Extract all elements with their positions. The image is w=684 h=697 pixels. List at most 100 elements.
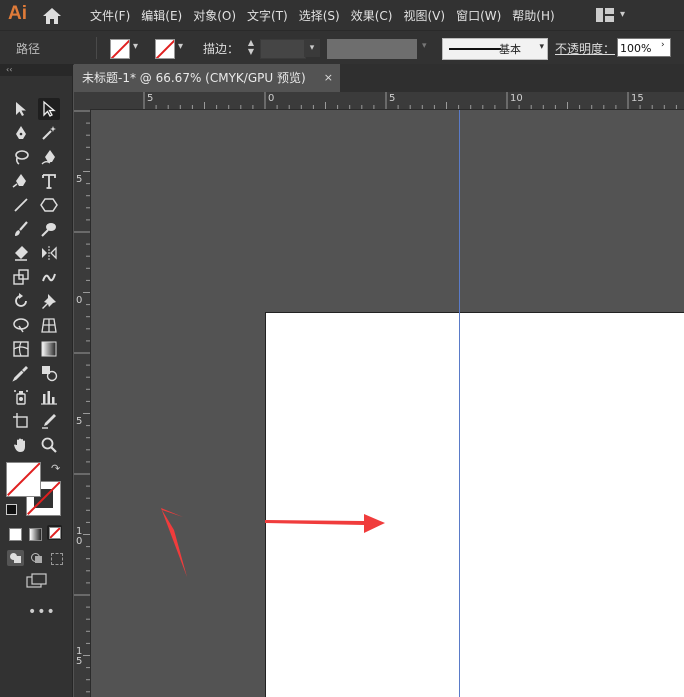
menu-effect[interactable]: 效果(C) (351, 7, 393, 24)
hand-tool-icon[interactable] (10, 434, 32, 456)
ruler-label: 0 (268, 93, 275, 104)
tools-panel: ‹‹ ↷ ••• (0, 64, 73, 697)
stroke-weight-stepper[interactable]: ▲ ▼ (243, 38, 259, 58)
variable-width-profile[interactable] (327, 39, 417, 59)
eyedropper-tool-icon[interactable] (10, 362, 32, 384)
arrow-right-icon (265, 514, 385, 533)
color-mode-icon[interactable] (9, 528, 22, 541)
horizontal-ruler-ticks (143, 92, 677, 109)
document-title: 未标题-1* @ 66.67% (CMYK/GPU 预览) (82, 71, 306, 85)
mesh-tool-icon[interactable] (10, 338, 32, 360)
gradient-tool-icon[interactable] (38, 338, 60, 360)
draw-normal-icon[interactable] (7, 550, 24, 566)
magic-wand-tool-icon[interactable] (38, 122, 60, 144)
menu-window[interactable]: 窗口(W) (456, 7, 501, 24)
menu-view[interactable]: 视图(V) (403, 7, 445, 24)
column-graph-tool-icon[interactable] (38, 386, 60, 408)
pin-tool-icon[interactable] (38, 290, 60, 312)
anchor-tool-icon[interactable] (10, 170, 32, 192)
close-icon[interactable]: × (324, 64, 333, 92)
menu-bar: Ai 文件(F) 编辑(E) 对象(O) 文字(T) 选择(S) 效果(C) 视… (0, 0, 684, 30)
zoom-tool-icon[interactable] (38, 434, 60, 456)
menu-type[interactable]: 文字(T) (247, 7, 288, 24)
chevron-down-icon: ▾ (539, 42, 544, 52)
ruler-label: 10 (510, 93, 523, 104)
fill-color-box[interactable] (6, 462, 41, 497)
ruler-label: 5 (147, 93, 154, 104)
stroke-weight-input[interactable] (260, 39, 306, 59)
more-tools-icon[interactable]: ••• (28, 604, 56, 620)
ruler-label: 5 (76, 174, 83, 185)
brush-label: 基本 (499, 43, 521, 56)
divider (96, 37, 97, 59)
line-tool-icon[interactable] (10, 194, 32, 216)
eraser-tool-icon[interactable] (10, 242, 32, 264)
document-tab[interactable]: 未标题-1* @ 66.67% (CMYK/GPU 预览) × (74, 64, 340, 92)
ruler-label: 5 (389, 93, 396, 104)
type-tool-icon[interactable] (38, 170, 60, 192)
opacity-label[interactable]: 不透明度： (555, 40, 615, 57)
menu-file[interactable]: 文件(F) (90, 7, 130, 24)
reflect-tool-icon[interactable] (38, 242, 60, 264)
ruler-label: 0 (76, 295, 83, 306)
workspace-switcher-icon[interactable] (596, 8, 614, 22)
panel-collapse-icon[interactable]: ‹‹ (0, 64, 72, 76)
main-menu: 文件(F) 编辑(E) 对象(O) 文字(T) 选择(S) 效果(C) 视图(V… (90, 0, 566, 30)
chevron-down-icon[interactable]: ▾ (620, 9, 625, 20)
chevron-down-icon[interactable]: ▾ (178, 41, 183, 52)
ruler-label: 1 5 (76, 646, 83, 667)
chevron-down-icon[interactable]: ▾ (133, 41, 138, 52)
canvas-area[interactable] (91, 110, 684, 697)
vertical-ruler[interactable]: 5 0 5 1 0 1 5 (74, 109, 91, 697)
fill-swatch[interactable] (110, 39, 130, 59)
menu-select[interactable]: 选择(S) (299, 7, 340, 24)
brush-stroke-preview (449, 48, 501, 50)
slice-tool-icon[interactable] (38, 410, 60, 432)
pen-tool-icon[interactable] (10, 122, 32, 144)
arrow-up-left-icon (161, 508, 187, 577)
lasso-tool-icon[interactable] (10, 146, 32, 168)
draw-behind-icon[interactable] (28, 550, 45, 566)
warp-tool-icon[interactable] (38, 266, 60, 288)
free-transform-tool-icon[interactable] (10, 314, 32, 336)
symbol-sprayer-tool-icon[interactable] (10, 386, 32, 408)
draw-inside-icon[interactable] (48, 550, 65, 566)
scale-tool-icon[interactable] (10, 266, 32, 288)
annotation-arrows (161, 508, 385, 577)
polygon-tool-icon[interactable] (38, 194, 60, 216)
control-bar: 路径 ▾ ▾ 描边： ▲ ▼ ▾ ▾ 基本 ▾ 不透明度： 100% › (0, 30, 684, 65)
horizontal-ruler[interactable]: 5 0 5 10 15 (90, 92, 684, 110)
direct-selection-tool-icon[interactable] (38, 98, 60, 120)
paintbrush-tool-icon[interactable] (10, 218, 32, 240)
app-logo: Ai (8, 3, 27, 24)
selection-tool-icon[interactable] (10, 98, 32, 120)
ruler-origin[interactable] (74, 92, 90, 109)
selection-type-label: 路径 (16, 42, 41, 56)
stroke-swatch[interactable] (155, 39, 175, 59)
brush-definition-select[interactable]: 基本 ▾ (442, 38, 548, 60)
chevron-right-icon[interactable]: › (661, 40, 665, 50)
stroke-label[interactable]: 描边： (203, 40, 239, 57)
menu-help[interactable]: 帮助(H) (512, 7, 554, 24)
menu-edit[interactable]: 编辑(E) (141, 7, 182, 24)
swap-fill-stroke-icon[interactable]: ↷ (51, 462, 60, 475)
ruler-label: 1 0 (76, 526, 83, 547)
menu-object[interactable]: 对象(O) (193, 7, 236, 24)
gradient-mode-icon[interactable] (29, 528, 42, 541)
rotate-tool-icon[interactable] (10, 290, 32, 312)
ruler-label: 15 (631, 93, 644, 104)
artboard-tool-icon[interactable] (10, 410, 32, 432)
default-fill-stroke-icon[interactable] (6, 504, 17, 515)
vertical-ruler-ticks (74, 110, 90, 693)
home-icon[interactable] (42, 7, 62, 25)
chevron-down-icon[interactable]: ▾ (304, 39, 320, 57)
curvature-tool-icon[interactable] (38, 146, 60, 168)
perspective-grid-tool-icon[interactable] (38, 314, 60, 336)
none-mode-icon[interactable] (47, 525, 62, 540)
screen-mode-icon[interactable] (26, 573, 48, 589)
document-tab-bar: 未标题-1* @ 66.67% (CMYK/GPU 预览) × (74, 64, 684, 92)
chevron-down-icon: ▾ (422, 41, 427, 51)
blob-brush-tool-icon[interactable] (38, 218, 60, 240)
fill-stroke-widget: ↷ (6, 462, 66, 518)
shape-builder-tool-icon[interactable] (38, 362, 60, 384)
